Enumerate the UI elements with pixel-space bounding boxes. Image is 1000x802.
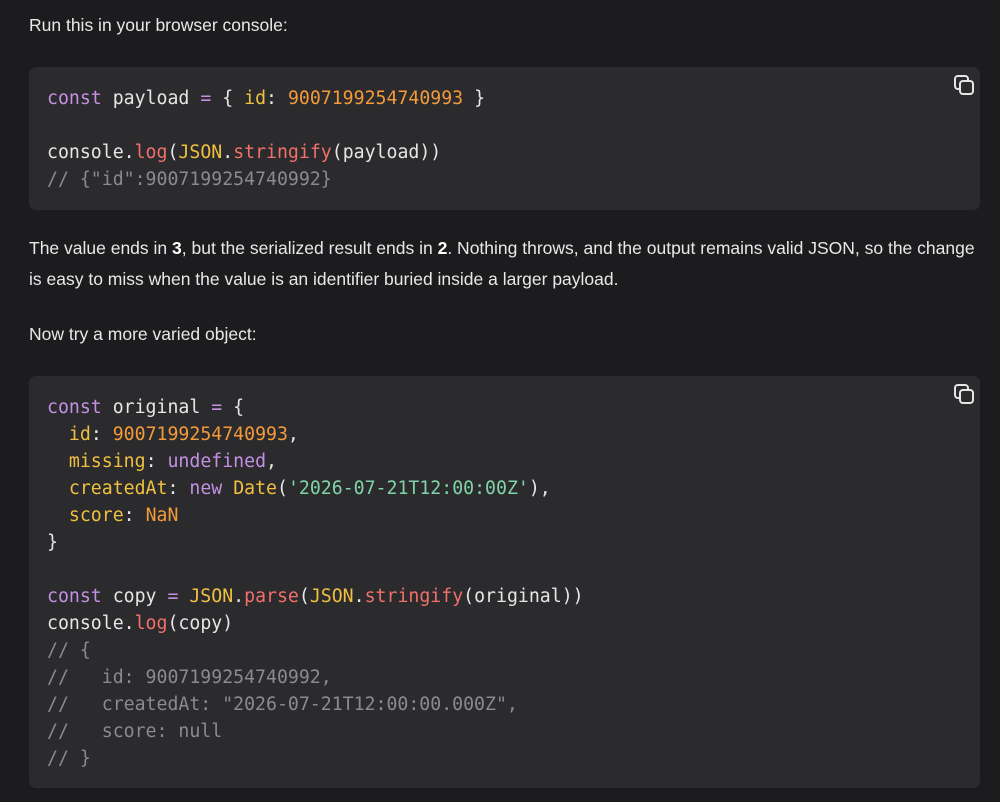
code-token: original <box>101 397 212 418</box>
code-line: console.log(JSON.stringify(payload)) <box>47 139 485 166</box>
code-token: . <box>353 586 365 607</box>
code-token: . <box>233 586 245 607</box>
code-token: const <box>47 586 102 607</box>
code-token: (payload)) <box>331 142 442 163</box>
code-lines: const original = { id: 9007199254740993,… <box>47 394 584 772</box>
copy-icon <box>954 75 974 95</box>
code-line: const original = { <box>47 394 584 421</box>
code-token: : <box>145 451 168 472</box>
explanation-text: The value ends in <box>29 238 173 258</box>
code-token: = <box>200 88 212 109</box>
code-token: (copy) <box>167 613 234 634</box>
code-token: NaN <box>145 505 179 526</box>
code-token: // score: null <box>47 721 223 742</box>
code-token: console. <box>47 613 135 634</box>
code-line: // } <box>47 745 584 772</box>
code-token: = <box>167 586 179 607</box>
code-line: // score: null <box>47 718 584 745</box>
code-token: , <box>287 424 299 445</box>
code-line: // { <box>47 637 584 664</box>
code-token: payload <box>101 88 201 109</box>
explanation-bold-3: 3 <box>172 238 182 258</box>
code-line: // {"id":9007199254740992} <box>47 166 485 193</box>
code-token: parse <box>244 586 299 607</box>
code-token: const <box>47 397 102 418</box>
code-line: const payload = { id: 9007199254740993 } <box>47 85 485 112</box>
code-line: const copy = JSON.parse(JSON.stringify(o… <box>47 583 584 610</box>
code-token: missing <box>68 451 146 472</box>
code-token: console. <box>47 142 135 163</box>
code-token: : <box>90 424 113 445</box>
code-token: copy <box>101 586 168 607</box>
code-token: const <box>47 88 102 109</box>
code-lines: const payload = { id: 9007199254740993 }… <box>47 85 485 193</box>
code-token: { <box>211 88 245 109</box>
code-token: ), <box>528 478 551 499</box>
explanation-paragraph: The value ends in 3, but the serialized … <box>29 233 980 295</box>
explanation-text: , but the serialized result ends in <box>181 238 438 258</box>
code-token: undefined <box>167 451 267 472</box>
code-token: : <box>167 478 190 499</box>
code-token: : <box>123 505 146 526</box>
try-more-paragraph: Now try a more varied object: <box>29 324 257 344</box>
code-token: (original)) <box>463 586 584 607</box>
code-block-original: const original = { id: 9007199254740993,… <box>29 376 980 788</box>
code-token: // {"id":9007199254740992} <box>47 169 332 190</box>
code-token: new <box>189 478 223 499</box>
code-token: 9007199254740993 <box>112 424 288 445</box>
copy-icon <box>954 384 974 404</box>
explanation-bold-2: 2 <box>437 238 448 258</box>
copy-button[interactable] <box>952 382 976 406</box>
code-token: // } <box>47 748 91 769</box>
code-token: ( <box>277 478 288 499</box>
code-token: = <box>211 397 223 418</box>
code-token: stringify <box>233 142 332 163</box>
code-token: id <box>244 88 267 109</box>
code-token: : <box>266 88 288 109</box>
code-line: createdAt: new Date('2026-07-21T12:00:00… <box>47 475 584 502</box>
code-token: ( <box>298 586 310 607</box>
code-token: JSON <box>178 142 223 163</box>
code-line: console.log(copy) <box>47 610 584 637</box>
code-line: score: NaN <box>47 502 584 529</box>
copy-button[interactable] <box>952 73 976 97</box>
code-token: log <box>134 142 168 163</box>
code-block-payload: const payload = { id: 9007199254740993 }… <box>29 67 980 210</box>
code-token: 9007199254740993 <box>287 88 464 109</box>
code-token: JSON <box>189 586 234 607</box>
code-token: } <box>47 532 58 553</box>
code-token: // createdAt: "2026-07-21T12:00:00.000Z"… <box>47 694 518 715</box>
code-token: JSON <box>309 586 354 607</box>
code-token: log <box>134 613 168 634</box>
code-line: // createdAt: "2026-07-21T12:00:00.000Z"… <box>47 691 584 718</box>
code-line: missing: undefined, <box>47 448 584 475</box>
code-line: } <box>47 529 584 556</box>
code-token: id <box>68 424 91 445</box>
code-line: id: 9007199254740993, <box>47 421 584 448</box>
code-token: { <box>222 397 245 418</box>
code-token: // id: 9007199254740992, <box>47 667 332 688</box>
code-token: score <box>68 505 124 526</box>
code-token: // { <box>47 640 91 661</box>
code-line: // id: 9007199254740992, <box>47 664 584 691</box>
code-token: . <box>222 142 234 163</box>
intro-paragraph: Run this in your browser console: <box>29 15 288 35</box>
code-token: createdAt <box>68 478 168 499</box>
code-token: } <box>463 88 486 109</box>
code-token: Date <box>233 478 277 499</box>
code-token: , <box>266 451 277 472</box>
code-token: ( <box>167 142 179 163</box>
code-token: stringify <box>364 586 464 607</box>
code-token: '2026-07-21T12:00:00Z' <box>287 478 529 499</box>
